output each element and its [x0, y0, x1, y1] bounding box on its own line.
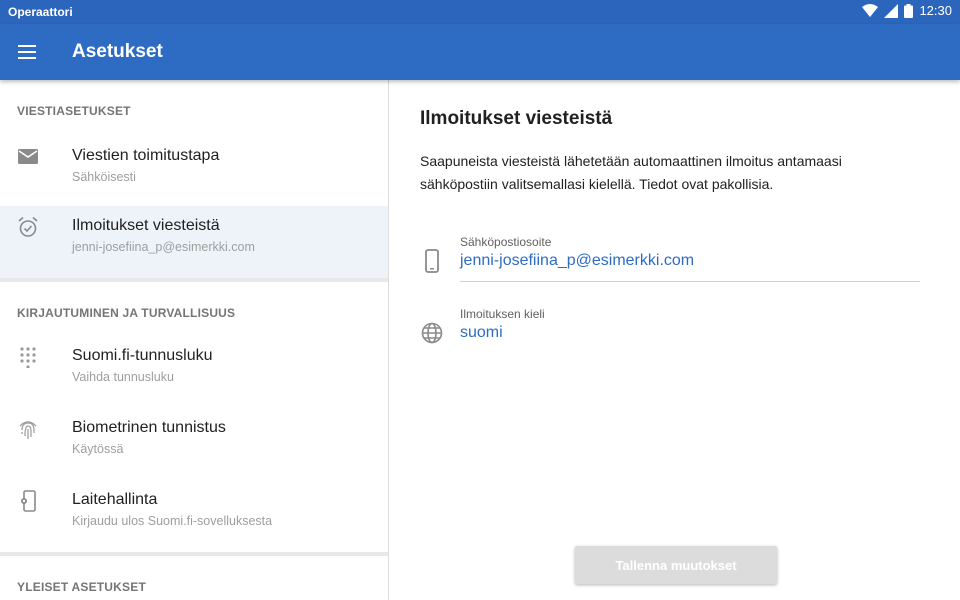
- sidebar-item-sublabel: Sähköisesti: [72, 170, 136, 184]
- mail-icon: [17, 146, 39, 168]
- clock: 12:30: [919, 3, 952, 18]
- globe-icon: [420, 321, 444, 345]
- sidebar-item-message-notifications[interactable]: Ilmoitukset viesteistä jenni-josefiina_p…: [0, 206, 388, 278]
- section-divider: [0, 278, 388, 282]
- section-header-messages: VIESTIASETUKSET: [17, 104, 131, 118]
- section-header-login-security: KIRJAUTUMINEN JA TURVALLISUUS: [17, 306, 236, 320]
- alarm-clock-icon: [17, 216, 39, 238]
- email-field-underline: [460, 281, 920, 282]
- language-field-label: Ilmoituksen kieli: [460, 307, 545, 321]
- sidebar-item-pin-code[interactable]: Suomi.fi-tunnusluku Vaihda tunnusluku: [0, 336, 388, 408]
- signal-icon: [884, 3, 899, 18]
- sidebar-item-sublabel: Vaihda tunnusluku: [72, 370, 174, 384]
- status-icons: 12:30: [862, 3, 952, 18]
- sidebar-item-label: Viestien toimitustapa: [72, 147, 220, 164]
- page-title: Ilmoitukset viesteistä: [420, 108, 613, 129]
- wifi-icon: [862, 3, 879, 17]
- sidebar-item-sublabel: Kirjaudu ulos Suomi.fi-sovelluksesta: [72, 514, 273, 528]
- keypad-icon: [17, 346, 39, 369]
- language-field-value[interactable]: suomi: [460, 324, 503, 342]
- save-button[interactable]: Tallenna muutokset: [575, 546, 777, 584]
- sidebar-item-device-management[interactable]: Laitehallinta Kirjaudu ulos Suomi.fi-sov…: [0, 480, 388, 552]
- sidebar-item-sublabel: jenni-josefiina_p@esimerkki.com: [72, 240, 255, 254]
- sidebar-item-label: Laitehallinta: [72, 491, 158, 508]
- sidebar-item-label: Biometrinen tunnistus: [72, 419, 226, 436]
- settings-sidebar: VIESTIASETUKSET Viestien toimitustapa Sä…: [0, 80, 388, 600]
- battery-icon: [904, 3, 914, 18]
- fingerprint-icon: [17, 418, 39, 440]
- app-bar: Asetukset: [0, 24, 960, 80]
- sidebar-item-sublabel: Käytössä: [72, 442, 124, 456]
- phone-icon: [420, 249, 444, 273]
- app-title: Asetukset: [72, 41, 163, 62]
- sidebar-item-label: Ilmoitukset viesteistä: [72, 217, 220, 234]
- section-header-general: YLEISET ASETUKSET: [17, 580, 146, 594]
- email-field-label: Sähköpostiosoite: [460, 235, 552, 249]
- detail-pane: Ilmoitukset viesteistä Saapuneista viest…: [389, 80, 960, 600]
- menu-icon[interactable]: [14, 40, 42, 64]
- sidebar-item-biometric[interactable]: Biometrinen tunnistus Käytössä: [0, 408, 388, 480]
- device-settings-icon: [17, 490, 39, 512]
- sidebar-item-label: Suomi.fi-tunnusluku: [72, 347, 213, 364]
- sidebar-item-delivery-method[interactable]: Viestien toimitustapa Sähköisesti: [0, 136, 388, 208]
- section-divider: [0, 552, 388, 556]
- email-field-value[interactable]: jenni-josefiina_p@esimerkki.com: [460, 252, 694, 270]
- carrier-name: Operaattori: [8, 5, 73, 19]
- status-bar: Operaattori 12:30: [0, 0, 960, 24]
- page-description: Saapuneista viesteistä lähetetään automa…: [420, 153, 842, 192]
